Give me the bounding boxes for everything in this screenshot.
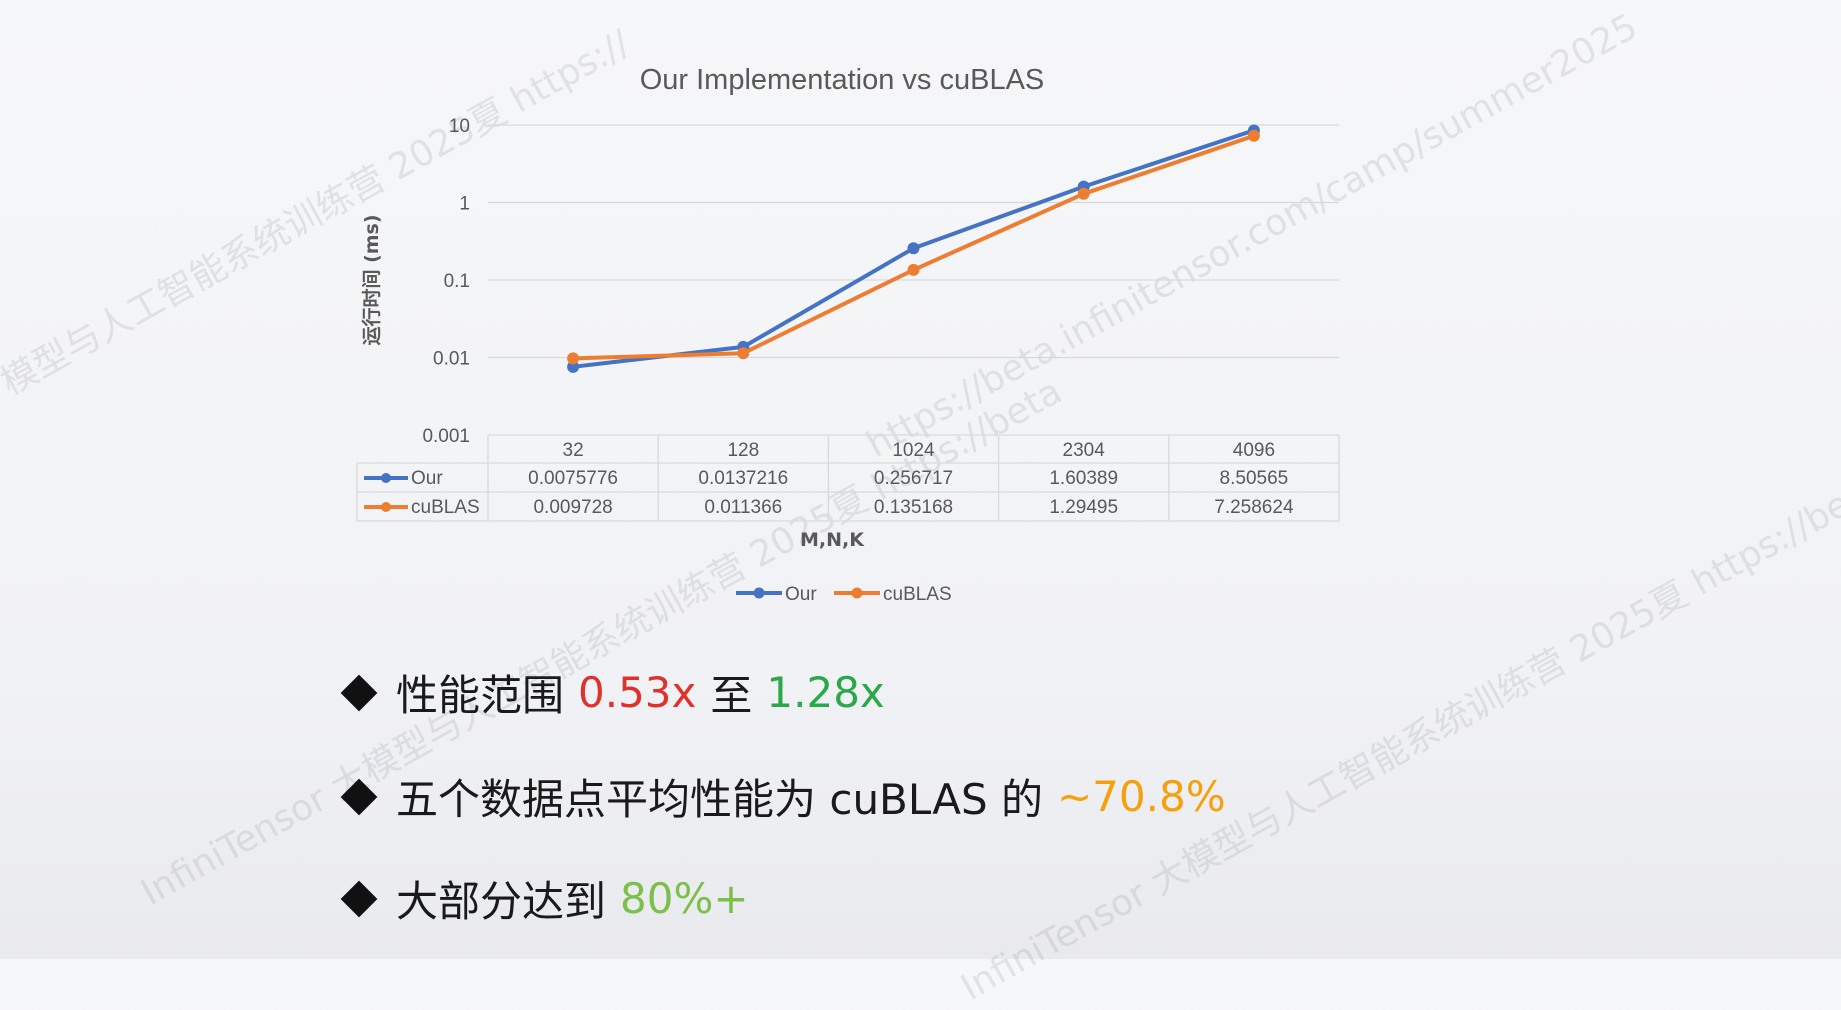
majority-value: 80%+ (620, 874, 749, 923)
table-data-cell: 0.011366 (704, 497, 782, 518)
x-category-label: 32 (563, 440, 584, 461)
data-point-our (907, 242, 920, 255)
y-axis-ticks: 10 1 0.1 0.01 0.001 (422, 116, 470, 447)
bullet-performance-range: 性能范围 0.53x 至 1.28x (338, 662, 885, 723)
x-category-label: 4096 (1233, 440, 1275, 461)
x-category-label: 128 (727, 440, 759, 461)
diamond-bullet-icon (340, 880, 378, 917)
bullet-text: 性能范围 (396, 671, 565, 720)
bullet-connector: 至 (710, 671, 753, 720)
y-tick-label: 0.1 (444, 271, 470, 292)
data-point-cublas (737, 347, 750, 360)
table-data-cell: 7.258624 (1214, 497, 1294, 518)
data-point-cublas (1077, 187, 1090, 200)
legend-label: cuBLAS (883, 584, 952, 605)
legend-marker (851, 587, 863, 599)
bullet-majority: 大部分达到 80%+ (338, 868, 749, 929)
table-data-cell: 0.009728 (533, 497, 612, 518)
max-speedup-value: 1.28x (766, 668, 885, 717)
table-data-cell: 0.135168 (874, 497, 953, 518)
table-series-name: Our (411, 468, 443, 489)
bullet-text: 五个数据点平均性能为 cuBLAS 的 (396, 775, 1043, 824)
data-table: 32 128 1024 2304 4096 Our 0.0075776 0.0137216 0.… (356, 434, 1340, 522)
table-data-cell: 8.50565 (1220, 468, 1289, 489)
chart-title: Our Implementation vs cuBLAS (640, 64, 1045, 96)
bullet-text: 大部分达到 (396, 877, 607, 926)
data-point-cublas (567, 352, 580, 365)
y-axis-title: 运行时间 (ms) (360, 214, 383, 345)
table-series-name: cuBLAS (411, 497, 480, 518)
chart-legend: Our cuBLAS (736, 584, 952, 605)
y-tick-label: 0.001 (422, 426, 470, 447)
table-data-cell: 0.0075776 (528, 468, 618, 489)
table-data-cell: 0.256717 (874, 468, 953, 489)
y-tick-label: 10 (449, 116, 470, 137)
min-speedup-value: 0.53x (578, 668, 697, 717)
x-category-label: 2304 (1063, 440, 1106, 461)
y-tick-label: 1 (459, 194, 470, 215)
x-category-label: 1024 (892, 440, 935, 461)
y-tick-label: 0.01 (433, 349, 470, 370)
table-data-cell: 1.29495 (1049, 497, 1118, 518)
bullet-average-performance: 五个数据点平均性能为 cuBLAS 的 ~70.8% (338, 766, 1226, 827)
legend-marker (753, 587, 765, 599)
average-performance-value: ~70.8% (1056, 772, 1226, 821)
table-data-cell: 0.0137216 (698, 468, 788, 489)
data-point-cublas (907, 263, 920, 276)
diamond-bullet-icon (340, 674, 378, 711)
table-data-cell: 1.60389 (1049, 468, 1118, 489)
legend-label: Our (785, 584, 817, 605)
chart-series (567, 124, 1260, 373)
diamond-bullet-icon (340, 778, 378, 815)
data-point-cublas (1247, 129, 1260, 142)
table-legend-key-marker (381, 502, 391, 512)
chart-gridlines (488, 124, 1339, 359)
x-axis-title: M,N,K (800, 529, 865, 551)
table-legend-key-marker (381, 473, 391, 483)
